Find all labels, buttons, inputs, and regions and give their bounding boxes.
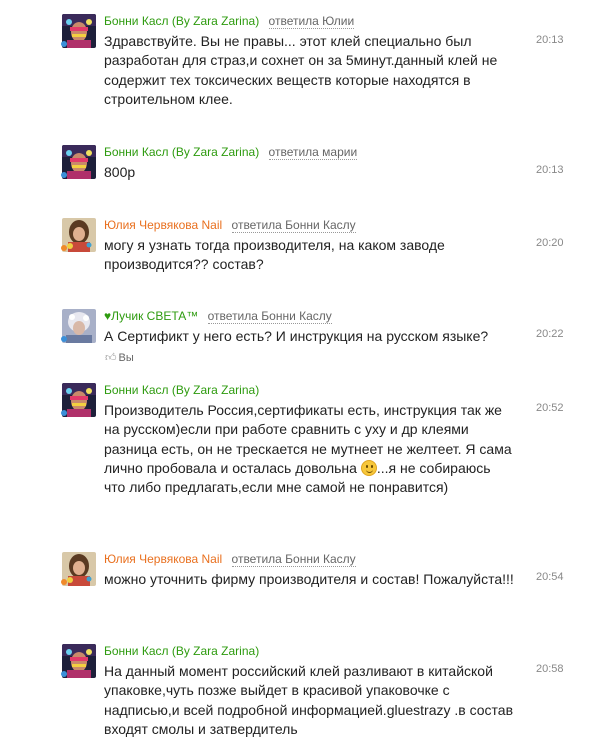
reply-to-link[interactable]: ответила Бонни Каслу	[231, 218, 356, 233]
reply-to-link[interactable]: ответила марии	[268, 145, 358, 160]
author-link[interactable]: Бонни Касл (By Zara Zarina)	[104, 383, 259, 397]
comment-text: Производитель Россия,сертификаты есть, и…	[104, 401, 514, 497]
comment-header: Юлия Червякова Nail ответила Бонни Каслу	[104, 552, 356, 567]
author-link[interactable]: Юлия Червякова Nail	[104, 218, 222, 232]
comment-time: 20:52	[536, 402, 564, 414]
comment-time: 20:54	[536, 571, 564, 583]
author-link[interactable]: Юлия Червякова Nail	[104, 552, 222, 566]
reply-to-link[interactable]: ответила Бонни Каслу	[231, 552, 356, 567]
comment-header: Юлия Червякова Nail ответила Бонни Каслу	[104, 218, 356, 233]
comment-header: Бонни Касл (By Zara Zarina)	[104, 644, 259, 658]
thumbs-up-icon: 👍︎	[105, 352, 117, 364]
avatar-bonnie[interactable]	[62, 14, 96, 48]
online-icon	[61, 245, 67, 251]
author-link[interactable]: Бонни Касл (By Zara Zarina)	[104, 145, 259, 159]
online-icon	[61, 410, 67, 416]
reply-to-link[interactable]: ответила Бонни Каслу	[207, 309, 332, 324]
comment-header: Бонни Касл (By Zara Zarina)	[104, 383, 259, 397]
online-icon	[61, 671, 67, 677]
comment-time: 20:22	[536, 328, 564, 340]
comment-time: 20:13	[536, 164, 564, 176]
online-icon	[61, 336, 67, 342]
author-link[interactable]: ♥Лучик СВЕТА™	[104, 309, 198, 323]
avatar-yulia[interactable]	[62, 552, 96, 586]
author-link[interactable]: Бонни Касл (By Zara Zarina)	[104, 14, 259, 28]
reply-to-link[interactable]: ответила Юлии	[268, 14, 355, 29]
avatar-bonnie[interactable]	[62, 145, 96, 179]
comment-text: На данный момент российский клей разлива…	[104, 663, 514, 737]
comment-text: Здравствуйте. Вы не правы... этот клей с…	[104, 33, 498, 107]
avatar-bonnie[interactable]	[62, 383, 96, 417]
author-link[interactable]: Бонни Касл (By Zara Zarina)	[104, 644, 259, 658]
comment-header: ♥Лучик СВЕТА™ ответила Бонни Каслу	[104, 309, 332, 324]
comment-text: А Сертификт у него есть? И инструкция на…	[104, 328, 489, 344]
avatar-bonnie[interactable]	[62, 644, 96, 678]
comment-header: Бонни Касл (By Zara Zarina) ответила Юли…	[104, 14, 355, 29]
like-label: Вы	[118, 352, 134, 364]
online-icon	[61, 579, 67, 585]
comment-text: можно уточнить фирму производителя и сос…	[104, 571, 514, 587]
comment-text: могу я узнать тогда производителя, на ка…	[104, 237, 445, 273]
online-icon	[61, 172, 67, 178]
online-icon	[61, 41, 67, 47]
comment-header: Бонни Касл (By Zara Zarina) ответила мар…	[104, 145, 358, 160]
avatar-luchik[interactable]	[62, 309, 96, 343]
comment-time: 20:58	[536, 663, 564, 675]
comment-text: 800р	[104, 164, 136, 180]
comment-time: 20:13	[536, 34, 564, 46]
smiley-icon	[360, 459, 377, 476]
comment-time: 20:20	[536, 237, 564, 249]
avatar-yulia[interactable]	[62, 218, 96, 252]
like-button[interactable]: 👍︎ Вы	[105, 351, 134, 364]
